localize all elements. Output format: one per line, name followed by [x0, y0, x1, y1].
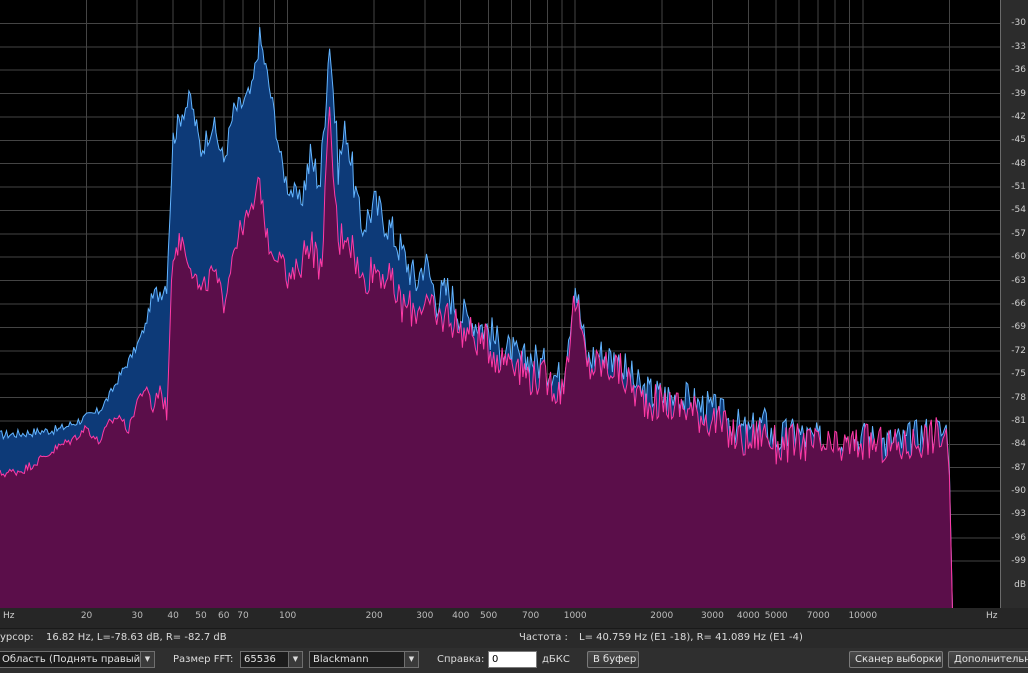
x-axis-unit-left: Hz	[3, 611, 15, 621]
y-tick-label: -72	[1011, 345, 1026, 356]
y-tick-label: -33	[1011, 41, 1026, 52]
x-tick-label: 700	[522, 611, 540, 621]
y-tick-label: -39	[1011, 88, 1026, 99]
y-tick-label: -36	[1011, 65, 1026, 76]
chevron-down-icon[interactable]: ▼	[288, 652, 302, 667]
y-tick-label: -90	[1011, 486, 1026, 497]
x-tick-label: 3000	[700, 611, 724, 621]
reference-input[interactable]: 0	[488, 651, 537, 668]
x-axis-unit-right: Hz	[986, 611, 998, 621]
y-tick-label: -45	[1011, 135, 1026, 146]
y-tick-label: -42	[1011, 111, 1026, 122]
frequency-readout: L= 40.759 Hz (E1 -18), R= 41.089 Hz (E1 …	[579, 632, 803, 643]
x-tick-label: 70	[237, 611, 249, 621]
more-options-button[interactable]: Дополнительно	[948, 651, 1028, 668]
y-tick-label: -69	[1011, 322, 1026, 333]
y-tick-label: -30	[1011, 18, 1026, 29]
y-tick-label: -48	[1011, 158, 1026, 169]
y-tick-label: -81	[1011, 415, 1026, 426]
x-tick-label: 200	[365, 611, 383, 621]
region-select[interactable]: Область (Поднять правый) ▼	[0, 651, 155, 668]
y-tick-label: -84	[1011, 439, 1026, 450]
scan-selection-button[interactable]: Сканер выборки	[849, 651, 943, 668]
x-tick-label: 100	[279, 611, 297, 621]
y-tick-label: -93	[1011, 509, 1026, 520]
cursor-readout: 16.82 Hz, L=-78.63 dB, R= -82.7 dB	[46, 632, 227, 643]
x-tick-label: 30	[131, 611, 143, 621]
x-tick-label: 500	[480, 611, 498, 621]
x-axis: Hz Hz 20 30 40 50 60 70 100 200 300 400 500 700 1000…	[0, 608, 1028, 628]
y-tick-label: -63	[1011, 275, 1026, 286]
x-tick-label: 4000	[736, 611, 760, 621]
y-tick-label: -87	[1011, 462, 1026, 473]
window-function-select[interactable]: Blackmann ▼	[309, 651, 419, 668]
x-tick-label: 20	[80, 611, 93, 621]
copy-to-clipboard-button[interactable]: В буфер	[587, 651, 639, 668]
fft-size-value: 65536	[244, 654, 276, 665]
reference-value: 0	[492, 654, 499, 665]
y-tick-label: -57	[1011, 228, 1026, 239]
y-tick-label: -54	[1011, 205, 1026, 216]
reference-label: Справка:	[437, 654, 485, 665]
x-tick-label: 400	[452, 611, 470, 621]
y-tick-label: -99	[1011, 556, 1026, 567]
x-tick-label: 50	[195, 611, 207, 621]
y-tick-label: -78	[1011, 392, 1026, 403]
controls-bar: Область (Поднять правый) ▼ Размер FFT: 6…	[0, 648, 1028, 673]
spectrum-plot[interactable]	[0, 0, 1000, 608]
spectrum-svg	[0, 0, 1000, 608]
x-tick-label: 40	[167, 611, 179, 621]
chevron-down-icon[interactable]: ▼	[404, 652, 418, 667]
chevron-down-icon[interactable]: ▼	[140, 652, 154, 667]
y-tick-label: -51	[1011, 182, 1026, 193]
reference-unit: дБКС	[542, 654, 570, 665]
x-tick-label: 5000	[764, 611, 788, 621]
x-tick-label: 1000	[563, 611, 587, 621]
frequency-label: Частота :	[519, 632, 568, 643]
y-axis: -30 -33 -36 -39 -42 -45 -48 -51 -54 -57 -60 -63 -66 -…	[1000, 0, 1028, 608]
y-tick-label: -75	[1011, 369, 1026, 380]
fft-size-label: Размер FFT:	[173, 654, 234, 665]
x-tick-label: 60	[218, 611, 230, 621]
x-tick-label: 2000	[650, 611, 674, 621]
cursor-label: урсор:	[0, 632, 34, 643]
y-tick-label: -66	[1011, 299, 1026, 309]
x-tick-label: 300	[416, 611, 434, 621]
fft-size-select[interactable]: 65536 ▼	[240, 651, 303, 668]
window-function-value: Blackmann	[313, 654, 369, 665]
x-tick-label: 7000	[806, 611, 830, 621]
y-axis-unit: dB	[1014, 579, 1026, 590]
status-bar: урсор: 16.82 Hz, L=-78.63 dB, R= -82.7 d…	[0, 628, 1028, 649]
y-tick-label: -96	[1011, 532, 1026, 543]
x-tick-label: 10000	[848, 611, 878, 621]
region-select-value: Область (Поднять правый)	[2, 654, 145, 665]
y-tick-label: -60	[1011, 252, 1026, 263]
